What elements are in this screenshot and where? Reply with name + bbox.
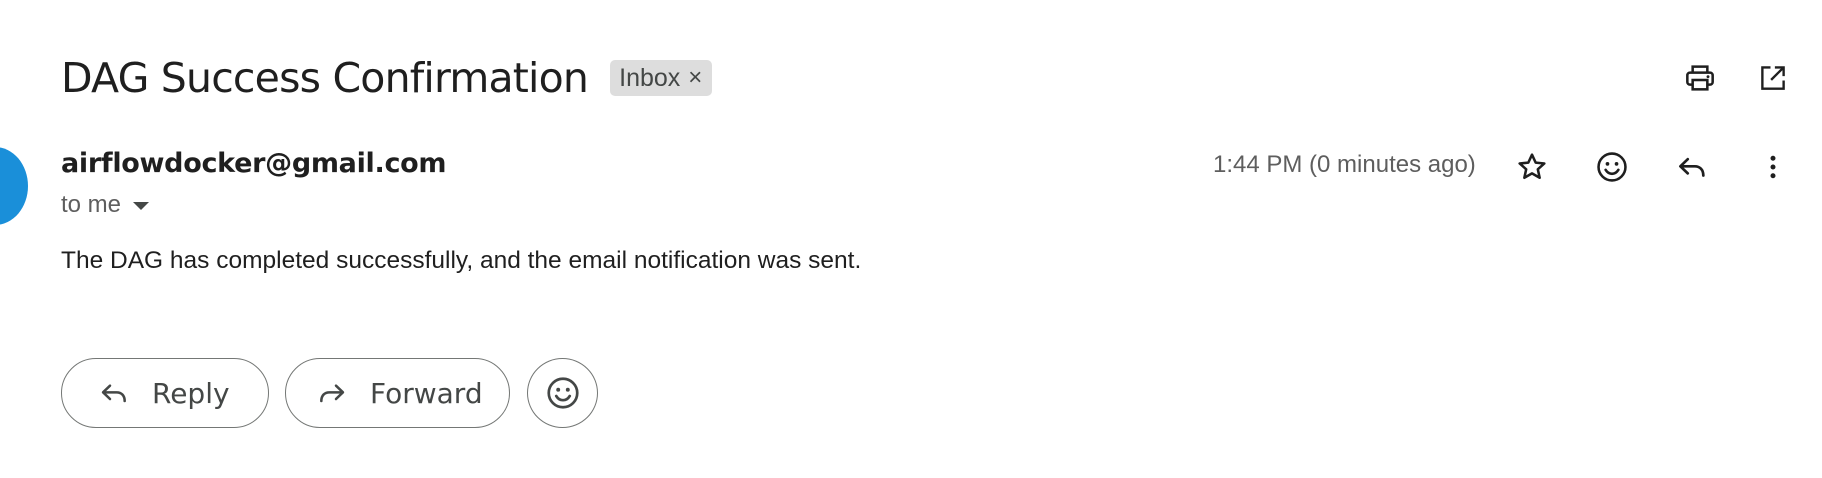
reply-arrow-icon xyxy=(1679,157,1705,177)
star-button[interactable] xyxy=(1509,144,1555,190)
subject-row: DAG Success Confirmation Inbox × xyxy=(61,48,713,108)
emoji-reaction-pill-button[interactable] xyxy=(527,358,598,428)
open-in-new-window-icon xyxy=(1761,66,1785,90)
forward-pill-button[interactable]: Forward xyxy=(285,358,510,428)
sender-email[interactable]: airflowdocker@gmail.com xyxy=(61,148,447,179)
emoji-reaction-icon xyxy=(546,377,579,409)
sender-avatar[interactable] xyxy=(0,147,28,225)
printer-icon xyxy=(1686,65,1714,91)
message-timestamp: 1:44 PM (0 minutes ago) xyxy=(1213,151,1476,178)
more-vertical-icon xyxy=(1770,155,1776,179)
email-subject: DAG Success Confirmation xyxy=(61,54,589,102)
chevron-down-icon xyxy=(133,202,150,210)
forward-arrow-icon xyxy=(316,377,348,409)
reply-pill-button[interactable]: Reply xyxy=(61,358,269,428)
recipient-details-toggle[interactable]: to me xyxy=(61,191,150,219)
add-reaction-button[interactable] xyxy=(1589,144,1635,190)
emoji-reaction-icon xyxy=(1597,152,1627,182)
message-body: The DAG has completed successfully, and … xyxy=(61,247,862,274)
reply-button[interactable] xyxy=(1669,144,1715,190)
more-options-button[interactable] xyxy=(1750,144,1796,190)
print-all-button[interactable] xyxy=(1677,55,1723,101)
recipient-label: to me xyxy=(61,191,122,218)
inbox-label-chip[interactable]: Inbox × xyxy=(610,60,713,96)
remove-label-icon[interactable]: × xyxy=(688,64,702,92)
star-outline-icon xyxy=(1518,153,1546,180)
forward-label: Forward xyxy=(370,376,483,410)
open-in-new-window-button[interactable] xyxy=(1750,55,1796,101)
reply-arrow-icon xyxy=(98,377,130,409)
label-chip-text: Inbox xyxy=(619,63,681,92)
reply-label: Reply xyxy=(152,376,230,410)
